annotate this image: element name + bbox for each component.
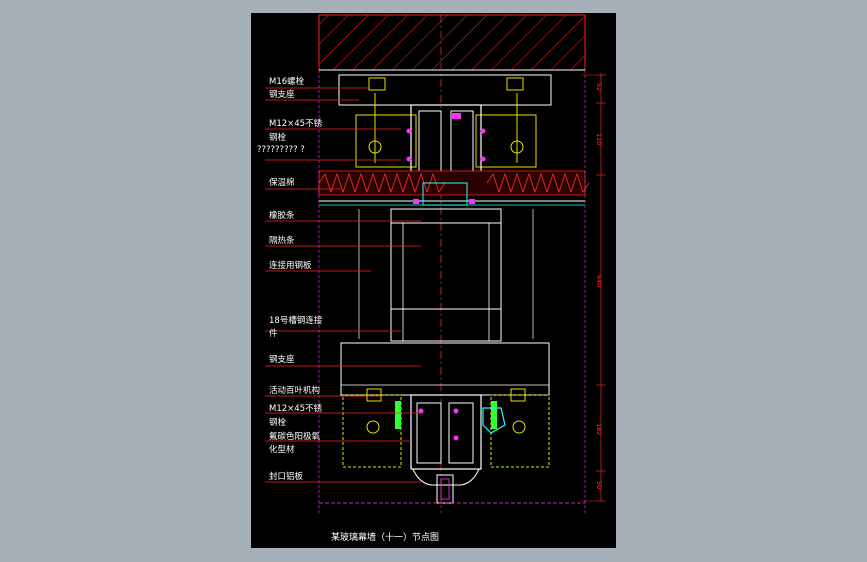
lower-mullion	[410, 394, 482, 470]
label-channel-steel-2: 件	[269, 329, 278, 339]
dim-640: 640	[595, 275, 603, 288]
label-thermal-break: 隔热条	[269, 236, 295, 246]
dim-50: 50	[595, 481, 603, 490]
label-m12-bolt-lower-2: 钢栓	[269, 418, 287, 428]
connection-plate	[390, 208, 502, 342]
mullion-nose	[412, 468, 480, 486]
label-m12-bolt-upper-2: 钢栓	[269, 133, 287, 143]
concrete-slab	[318, 14, 586, 71]
label-rubber-strip: 橡胶条	[269, 211, 295, 221]
label-steel-bracket-upper: 钢支座	[269, 90, 295, 100]
label-connection-plate: 连接用钢板	[269, 261, 312, 271]
label-louver-mechanism: 活动百叶机构	[269, 386, 321, 396]
label-m16-bolt: M16螺栓	[269, 77, 305, 87]
lower-bracket	[340, 342, 550, 396]
label-channel-steel-1: 18号槽钢连接	[269, 316, 323, 326]
drawing-title: 某玻璃幕墙（十一）节点图	[331, 533, 440, 543]
label-anodized-profile-2: 化型材	[269, 445, 295, 455]
section-drawing	[265, 14, 606, 513]
label-closure-panel: 封口铝板	[269, 472, 304, 482]
cad-viewer: M16螺栓 钢支座 M12×45不锈 钢栓 ????????? ? 保温棉 橡胶…	[0, 0, 867, 562]
channel-steel	[390, 308, 502, 342]
label-steel-bracket-lower: 钢支座	[269, 355, 295, 365]
drawing-sheet: M16螺栓 钢支座 M12×45不锈 钢栓 ????????? ? 保温棉 橡胶…	[251, 13, 616, 548]
dim-182: 182	[595, 423, 603, 436]
label-anodized-profile-1: 氟碳色阳极氧	[269, 432, 321, 442]
label-m12-bolt-lower-1: M12×45不锈	[269, 404, 323, 414]
label-unknown: ????????? ?	[257, 145, 305, 155]
dim-110: 110	[595, 133, 603, 146]
label-insulation: 保温棉	[269, 178, 295, 188]
label-m12-bolt-upper-1: M12×45不锈	[269, 119, 323, 129]
dim-52: 52	[595, 83, 603, 92]
